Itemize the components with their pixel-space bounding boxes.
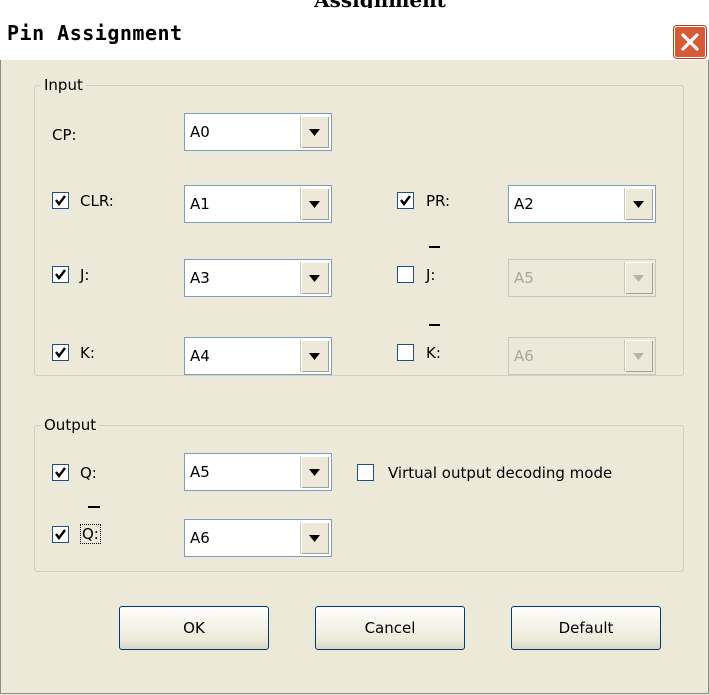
q-label: Q: [80,464,97,482]
title-bar[interactable]: Pin Assignment [0,10,709,60]
close-icon [681,33,699,51]
output-group: Output [34,416,684,572]
chevron-down-icon [633,353,644,360]
q-select[interactable]: A5 [184,453,332,491]
pin-assignment-dialog: Pin Assignment Input CP: A0 CLR: A1 PR: … [0,10,709,695]
cp-dropdown-button[interactable] [300,116,329,148]
checkmark-icon [400,195,411,206]
ok-button[interactable]: OK [119,606,269,650]
k-bar-label: K: [426,344,441,362]
checkmark-icon [55,195,66,206]
k-bar-dropdown-button[interactable] [624,340,653,372]
j-dropdown-button[interactable] [300,262,329,294]
k-select-value: A4 [190,347,210,365]
k-select[interactable]: A4 [184,337,332,375]
default-button[interactable]: Default [511,606,661,650]
chevron-down-icon [309,129,320,136]
chevron-down-icon [309,469,320,476]
q-bar-checkbox[interactable] [52,526,69,543]
j-checkbox[interactable] [52,266,69,283]
checkmark-icon [55,529,66,540]
j-select-value: A3 [190,269,210,287]
checkmark-icon [55,347,66,358]
q-dropdown-button[interactable] [300,456,329,488]
k-checkbox[interactable] [52,344,69,361]
virtual-output-checkbox[interactable] [357,464,374,481]
k-dropdown-button[interactable] [300,340,329,372]
j-bar-dropdown-button[interactable] [624,262,653,294]
j-overline [429,246,440,248]
input-group-legend: Input [44,76,83,94]
cp-select-value: A0 [190,123,210,141]
clr-select-value: A1 [190,195,210,213]
k-overline [429,324,440,326]
dialog-title: Pin Assignment [7,21,183,45]
pr-checkbox[interactable] [397,192,414,209]
k-bar-select[interactable]: A6 [508,337,656,375]
k-bar-select-value: A6 [514,347,534,365]
q-bar-label: Q: [80,524,101,544]
cancel-button[interactable]: Cancel [315,606,465,650]
checkmark-icon [55,269,66,280]
k-label: K: [80,344,95,362]
chevron-down-icon [633,275,644,282]
q-checkbox[interactable] [52,464,69,481]
j-bar-checkbox[interactable] [397,266,414,283]
q-select-value: A5 [190,463,210,481]
virtual-output-label: Virtual output decoding mode [388,464,613,482]
j-bar-select-value: A5 [514,269,534,287]
chevron-down-icon [309,535,320,542]
cp-select[interactable]: A0 [184,113,332,151]
chevron-down-icon [309,201,320,208]
close-button[interactable] [674,26,706,58]
j-select[interactable]: A3 [184,259,332,297]
q-bar-select-value: A6 [190,529,210,547]
clr-select[interactable]: A1 [184,185,332,223]
cp-label: CP: [52,126,77,144]
input-group: Input [34,76,684,376]
j-bar-label: J: [426,266,436,284]
q-overline [88,506,100,508]
pr-dropdown-button[interactable] [624,188,653,220]
clr-dropdown-button[interactable] [300,188,329,220]
j-label: J: [80,266,90,284]
chevron-down-icon [633,201,644,208]
k-bar-checkbox[interactable] [397,344,414,361]
q-bar-dropdown-button[interactable] [300,522,329,554]
output-group-legend: Output [44,416,97,434]
clr-checkbox[interactable] [52,192,69,209]
clr-label: CLR: [80,192,114,210]
pr-label: PR: [426,192,451,210]
j-bar-select[interactable]: A5 [508,259,656,297]
background-heading-fragment: Assignment [150,0,610,8]
pr-select[interactable]: A2 [508,185,656,223]
q-bar-select[interactable]: A6 [184,519,332,557]
chevron-down-icon [309,275,320,282]
checkmark-icon [55,467,66,478]
pr-select-value: A2 [514,195,534,213]
chevron-down-icon [309,353,320,360]
